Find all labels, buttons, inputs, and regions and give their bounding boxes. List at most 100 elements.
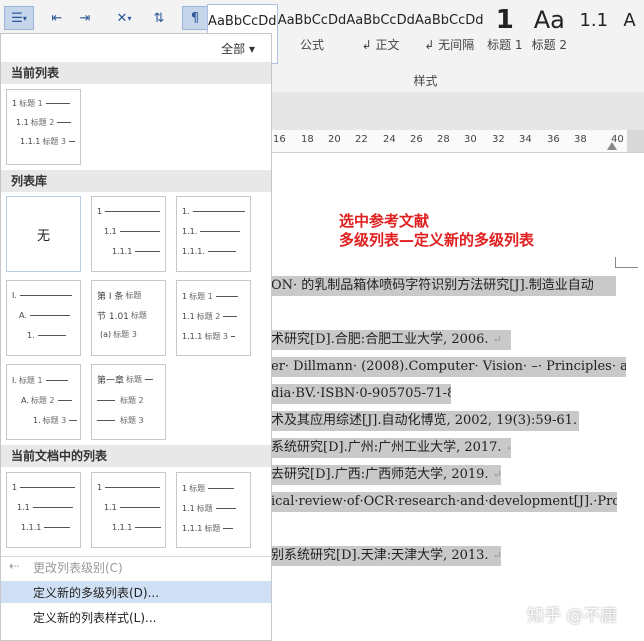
watermark: 知乎 @不唐 <box>527 606 618 626</box>
style-no-spacing[interactable]: AaBbCcDd ↲ 无间隔 <box>415 4 484 62</box>
section-document-lists: 当前文档中的列表 <box>1 445 271 467</box>
ruler-number: 36 <box>547 134 560 145</box>
list-level-number: 1. <box>33 416 41 425</box>
list-library-none[interactable]: 无 <box>6 196 81 272</box>
reference-line-2[interactable]: 术研究[D].合肥:合肥工业大学, 2006. ↵ <box>271 330 511 350</box>
document-list-tile-1[interactable]: 1 1.1 1.1.1 <box>6 472 81 548</box>
horizontal-ruler[interactable]: 16 18 20 22 24 26 28 30 32 34 36 38 40 <box>271 130 644 153</box>
reference-line-8[interactable]: ical·review·of·OCR·research·and·developm… <box>271 492 617 512</box>
ruler-number: 18 <box>301 134 314 145</box>
reference-line-9[interactable]: 别系统研究[D].天津:天津大学, 2013. ↵ <box>271 546 501 566</box>
list-level-caption: 标题 1 <box>18 376 43 385</box>
list-library-heading-numeric[interactable]: 1 标题 1 1.1 标题 2 1.1.1 标题 3 <box>176 280 251 356</box>
reference-line-3[interactable]: er· Dillmann· (2008).Computer· Vision· –… <box>271 357 626 377</box>
style-preview: AaBbCcDd <box>414 12 484 28</box>
list-library-chapter[interactable]: 第一章 标题 标题 2 标题 3 <box>91 364 166 440</box>
menu-item-label: 更改列表级别(C) <box>33 560 123 575</box>
list-level-number: 1.1.1 <box>182 332 203 341</box>
list-level-caption: 标题 2 <box>196 312 221 321</box>
list-level-number: 1.1. <box>182 227 198 236</box>
styles-group-label: 样式 <box>413 74 438 88</box>
filter-dropdown[interactable]: 全部 ▾ <box>221 40 255 57</box>
list-level-caption: 标题 <box>126 375 143 384</box>
show-marks-icon[interactable]: ¶ <box>182 6 208 30</box>
reference-text: ON· 的乳制品箱体喷码字符识别方法研究[J].制造业自动 <box>271 278 594 293</box>
paragraph-mark: ↵ <box>492 549 501 562</box>
list-level-number: 1.1 <box>182 312 195 321</box>
reference-line-4[interactable]: dia·BV.·ISBN·0-905705-71-8. ↵ <box>271 384 451 404</box>
paragraph-mark: ↵ <box>492 468 501 481</box>
style-body[interactable]: AaBbCcDd ↲ 正文 <box>346 4 415 62</box>
define-new-list-style-item[interactable]: 定义新的列表样式(L)... <box>1 606 271 628</box>
list-level-caption: 标题 3 <box>42 416 67 425</box>
list-level-number: 1.1.1 <box>182 524 203 533</box>
style-heading-3[interactable]: 1.1 <box>573 4 616 62</box>
reference-text: 术研究[D].合肥:合肥工业大学, 2006. <box>271 332 489 347</box>
list-level-number: 第 I 条 <box>97 292 124 302</box>
list-level-caption: 标题 2 <box>30 396 55 405</box>
list-level-number: 1.1.1 <box>112 523 133 532</box>
list-level-caption: 标题 <box>125 291 142 300</box>
right-indent-marker-icon[interactable] <box>607 142 617 150</box>
reference-line-5[interactable]: 术及其应用综述[J].自动化博览, 2002, 19(3):59-61. ↵ <box>271 411 579 431</box>
reference-text: ical·review·of·OCR·research·and·developm… <box>271 494 617 509</box>
list-level-number: 1 <box>182 292 188 301</box>
list-level-number: 1.1.1 <box>20 137 41 146</box>
list-level-caption: 标题 2 <box>120 396 144 405</box>
section-list-library: 列表库 <box>1 170 271 192</box>
list-level-number: I. <box>12 291 17 300</box>
ruler-number: 28 <box>437 134 450 145</box>
list-level-caption: 标题 <box>130 311 147 320</box>
change-list-level-item[interactable]: ⇠ 更改列表级别(C) <box>1 556 271 578</box>
style-heading-1[interactable]: 1 标题 1 <box>484 4 527 62</box>
current-list-tile[interactable]: 1 标题 1 1.1 标题 2 1.1.1 标题 3 <box>6 89 81 165</box>
ruler-number: 34 <box>519 134 532 145</box>
reference-text: 去研究[D].广西:广西师范大学, 2019. <box>271 467 489 482</box>
reference-line-1[interactable]: ON· 的乳制品箱体喷码字符识别方法研究[J].制造业自动 <box>271 276 616 296</box>
document-list-tile-2[interactable]: 1 1.1 1.1.1 <box>91 472 166 548</box>
annotation-line-2: 多级列表—定义新的多级列表 <box>339 231 535 249</box>
list-library-roman[interactable]: I. A. 1. <box>6 280 81 356</box>
ruler-margin-shade <box>627 130 644 152</box>
reference-line-7[interactable]: 去研究[D].广西:广西师范大学, 2019. ↵ <box>271 465 501 485</box>
multilevel-list-icon[interactable]: ☰ ▾ <box>4 6 34 30</box>
define-new-multilevel-list-item[interactable]: 定义新的多级列表(D)... <box>1 581 271 603</box>
list-level-number: 1.1.1 <box>21 523 42 532</box>
change-level-icon: ⇠ <box>9 559 20 573</box>
document-list-tile-3[interactable]: 1 标题 1.1 标题 1.1.1 标题 <box>176 472 251 548</box>
increase-indent-icon[interactable]: ⇥ <box>72 6 98 30</box>
list-level-caption: 标题 <box>204 524 221 533</box>
menu-item-label: 定义新的多级列表(D)... <box>33 585 160 600</box>
style-heading-2[interactable]: Aa 标题 2 <box>526 4 572 62</box>
list-level-number: 1.1 <box>104 227 117 236</box>
ruler-number: 16 <box>273 134 286 145</box>
reference-line-6[interactable]: 系统研究[D].广州:广州工业大学, 2017. ↵ <box>271 438 511 458</box>
chinese-layout-icon[interactable]: ✕ ▾ <box>108 6 140 30</box>
sort-icon[interactable]: ⇅ <box>146 6 172 30</box>
style-name: ↲ 无间隔 <box>424 38 475 52</box>
list-library-heading-roman[interactable]: I. 标题 1 A. 标题 2 1. 标题 3 <box>6 364 81 440</box>
style-name: 公式 <box>299 38 324 52</box>
style-formula[interactable]: AaBbCcDd 公式 <box>278 4 347 62</box>
paragraph-mark: ↵ <box>492 333 502 346</box>
list-level-number: 1.1 <box>16 118 29 127</box>
style-title[interactable]: A <box>615 4 644 62</box>
ruler-number: 26 <box>410 134 423 145</box>
list-level-caption: 标题 3 <box>113 330 137 339</box>
menu-item-label: 定义新的列表样式(L)... <box>33 610 157 625</box>
reference-text: 系统研究[D].广州:广州工业大学, 2017. <box>271 440 502 455</box>
list-level-caption: 标题 1 <box>19 99 43 108</box>
multilevel-list-dropdown: 全部 ▾ 当前列表 1 标题 1 1.1 标题 2 1.1.1 标题 3 列表库 无 … <box>0 33 272 641</box>
list-level-caption: 标题 2 <box>30 118 55 127</box>
list-level-number: 1.1.1. <box>182 247 205 256</box>
reference-text: er· Dillmann· (2008).Computer· Vision· –… <box>271 359 626 374</box>
ruler-number: 30 <box>464 134 477 145</box>
page-corner-mark <box>615 257 638 268</box>
list-level-caption: 标题 <box>189 484 206 493</box>
list-library-numeric-dot[interactable]: 1. 1.1. 1.1.1. <box>176 196 251 272</box>
list-library-article-section[interactable]: 第 I 条标题 节 1.01 标题 (a) 标题 3 <box>91 280 166 356</box>
ruler-number: 24 <box>383 134 396 145</box>
decrease-indent-icon[interactable]: ⇤ <box>44 6 70 30</box>
list-library-numeric[interactable]: 1 1.1 1.1.1 <box>91 196 166 272</box>
list-level-caption: 标题 <box>196 504 213 513</box>
